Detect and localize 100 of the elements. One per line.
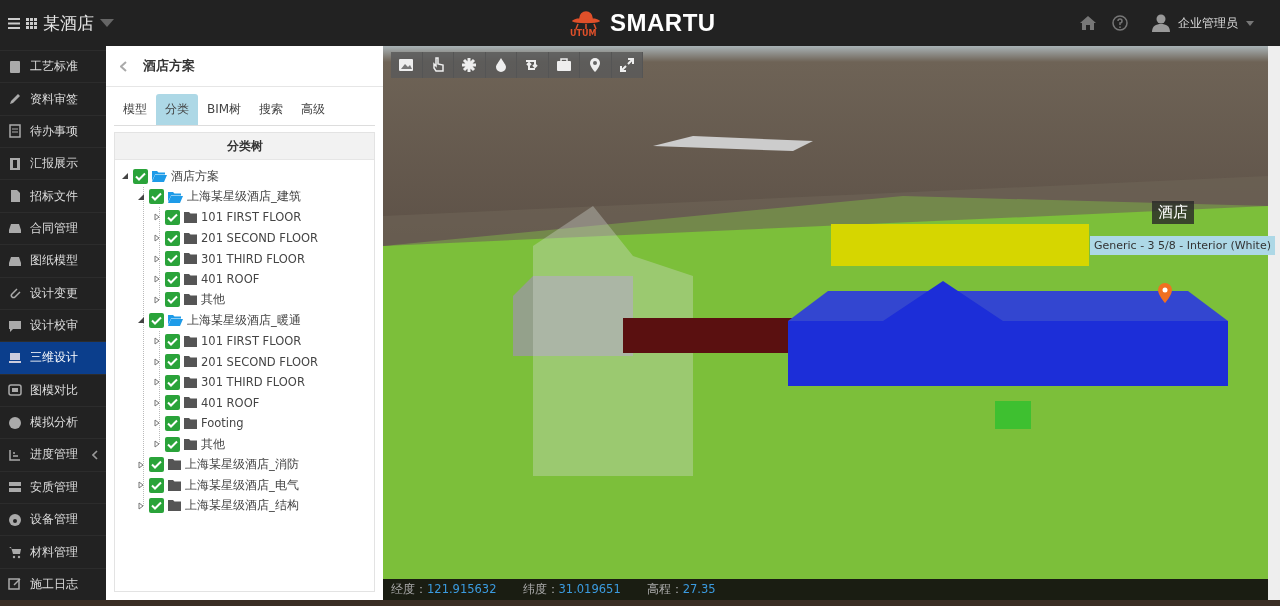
- 3d-model-drawing[interactable]: [383, 46, 1268, 579]
- gauge-icon: [8, 512, 22, 527]
- logo-subtext: UTUM: [570, 29, 597, 38]
- film-icon: [8, 156, 22, 171]
- checkbox[interactable]: [165, 230, 180, 246]
- tree-node-label[interactable]: 401 ROOF: [201, 272, 260, 287]
- back-icon[interactable]: [120, 60, 127, 72]
- sidebar-item[interactable]: 三维设计: [0, 341, 106, 374]
- checkbox[interactable]: [165, 251, 180, 267]
- tree-node-label[interactable]: Footing: [201, 416, 244, 431]
- tree-node-label[interactable]: 上海某星级酒店_结构: [185, 498, 299, 514]
- tab[interactable]: 高级: [292, 94, 335, 125]
- list-icon: [8, 124, 22, 139]
- collapse-arrow-icon[interactable]: [137, 316, 145, 325]
- sidebar-item-label: 材料管理: [30, 543, 78, 561]
- collapse-arrow-icon[interactable]: [121, 172, 129, 181]
- home-icon[interactable]: [1080, 16, 1096, 30]
- checkbox[interactable]: [133, 168, 148, 184]
- tree-node-label[interactable]: 101 FIRST FLOOR: [201, 210, 302, 225]
- help-icon[interactable]: [1112, 15, 1128, 31]
- tab[interactable]: BIM树: [198, 94, 251, 125]
- map-pin-icon[interactable]: [1158, 283, 1172, 303]
- checkbox[interactable]: [165, 395, 180, 411]
- folder-icon: [184, 376, 197, 388]
- expand-icon: [618, 57, 635, 73]
- expand-arrow-icon[interactable]: [153, 213, 161, 222]
- menu-icon[interactable]: [8, 17, 20, 29]
- image-icon: [8, 383, 22, 398]
- checkbox[interactable]: [149, 312, 164, 328]
- image-icon: [398, 57, 415, 73]
- tree-node-label[interactable]: 上海某星级酒店_暖通: [187, 312, 301, 328]
- folder-icon: [184, 212, 197, 223]
- tree-node-label[interactable]: 201 SECOND FLOOR: [201, 231, 319, 246]
- checkbox[interactable]: [165, 374, 180, 390]
- checkbox[interactable]: [165, 436, 180, 452]
- checkbox[interactable]: [165, 271, 180, 287]
- user-menu[interactable]: 企业管理员: [1178, 14, 1238, 32]
- checkbox[interactable]: [149, 457, 164, 473]
- tab[interactable]: 搜索: [250, 94, 293, 125]
- tree-node-label[interactable]: 401 ROOF: [201, 395, 260, 410]
- caret-icon[interactable]: [100, 19, 114, 27]
- model-label: 酒店: [1152, 201, 1194, 224]
- sidebar-item-label: 工艺标准: [30, 58, 78, 76]
- tree-node-label[interactable]: 其他: [201, 292, 225, 308]
- checkbox[interactable]: [149, 189, 164, 205]
- sidebar-item-label: 施工日志: [30, 575, 78, 593]
- checkbox[interactable]: [165, 354, 180, 370]
- folder-icon: [184, 273, 197, 285]
- tree-node-label[interactable]: 101 FIRST FLOOR: [201, 334, 302, 349]
- sidebar-item-label: 图模对比: [30, 381, 78, 399]
- expand-arrow-icon[interactable]: [153, 337, 161, 346]
- tray-icon: [8, 221, 22, 236]
- expand-arrow-icon[interactable]: [153, 440, 161, 448]
- sidebar-item-label: 汇报展示: [30, 155, 78, 173]
- tree-node-label[interactable]: 301 THIRD FLOOR: [201, 251, 305, 266]
- checkbox[interactable]: [165, 415, 180, 431]
- coordinate-label: 经度：: [391, 582, 427, 596]
- expand-arrow-icon[interactable]: [153, 378, 161, 387]
- expand-arrow-icon[interactable]: [137, 460, 145, 469]
- expand-arrow-icon[interactable]: [153, 254, 161, 263]
- tab[interactable]: 分类: [156, 94, 198, 125]
- user-avatar-icon[interactable]: [1152, 14, 1170, 32]
- checkbox[interactable]: [165, 210, 180, 225]
- grid-icon[interactable]: [26, 17, 37, 29]
- cart-icon: [8, 545, 22, 560]
- tree-node-label[interactable]: 301 THIRD FLOOR: [201, 375, 305, 390]
- expand-arrow-icon[interactable]: [153, 398, 161, 407]
- coordinate-label: 纬度：: [522, 582, 559, 596]
- logo-text: SMARTU: [610, 9, 716, 37]
- open-folder-icon: [168, 314, 183, 327]
- tree-node-label[interactable]: 上海某星级酒店_消防: [185, 457, 299, 473]
- open-folder-icon: [152, 170, 167, 183]
- sidebar-item-label: 安质管理: [30, 478, 78, 496]
- tree-node-label[interactable]: 201 SECOND FLOOR: [201, 354, 319, 369]
- checkbox[interactable]: [165, 292, 180, 308]
- folder-icon: [168, 479, 181, 491]
- tree-node-label[interactable]: 上海某星级酒店_建筑: [187, 189, 301, 205]
- caret-icon[interactable]: [1246, 20, 1254, 26]
- tab[interactable]: 模型: [114, 94, 156, 125]
- tree-node-label[interactable]: 上海某星级酒店_电气: [185, 477, 299, 493]
- expand-arrow-icon[interactable]: [153, 275, 161, 284]
- tree-node-label[interactable]: 其他: [201, 436, 225, 452]
- collapse-arrow-icon[interactable]: [137, 192, 145, 201]
- globe-icon: [8, 415, 22, 430]
- sidebar-item-label: 三维设计: [30, 349, 78, 367]
- expand-arrow-icon[interactable]: [153, 234, 161, 243]
- sidebar-item-label: 招标文件: [30, 187, 78, 205]
- coordinate-value: 27.35: [682, 582, 716, 596]
- tree-node-label[interactable]: 酒店方案: [171, 168, 219, 184]
- expand-arrow-icon[interactable]: [153, 357, 161, 366]
- expand-arrow-icon[interactable]: [153, 419, 161, 428]
- expand-arrow-icon[interactable]: [137, 481, 145, 490]
- expand-arrow-icon[interactable]: [137, 501, 145, 510]
- expand-arrow-icon[interactable]: [153, 295, 161, 304]
- project-name[interactable]: 某酒店: [43, 11, 94, 35]
- coordinate-value: 121.915632: [427, 582, 497, 596]
- checkbox[interactable]: [165, 333, 180, 349]
- sidebar-item-label: 合同管理: [30, 219, 78, 237]
- checkbox[interactable]: [149, 498, 164, 514]
- checkbox[interactable]: [149, 477, 164, 493]
